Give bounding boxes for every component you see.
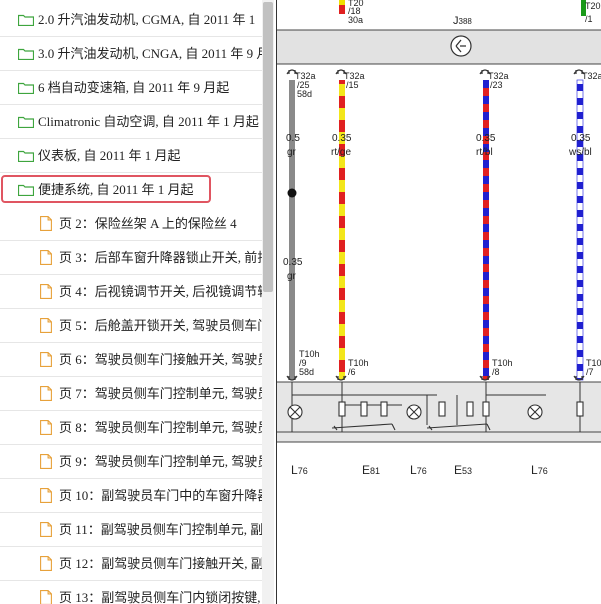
- component-tree: 2.0 升汽油发动机, CGMA, 自 2011 年 1 3.0 升汽油发动机,…: [0, 0, 264, 604]
- page-icon: [40, 386, 52, 401]
- tree-page-label: 页 9：驾驶员侧车门控制单元, 驾驶员侧: [59, 454, 262, 469]
- page-icon: [40, 522, 52, 537]
- tree-page-label: 页 5：后舱盖开锁开关, 驾驶员侧车门: [59, 318, 262, 333]
- tree-page-label: 页 11：副驾驶员侧车门控制单元, 副: [59, 522, 262, 537]
- page-icon: [40, 352, 52, 367]
- component-label: L76: [410, 463, 427, 477]
- folder-icon: [18, 82, 34, 94]
- tree-page[interactable]: 页 5：后舱盖开锁开关, 驾驶员侧车门: [0, 309, 262, 343]
- tree-folder-label: Climatronic 自动空调, 自 2011 年 1 月起: [38, 114, 259, 129]
- wire-size-label: 0.5: [286, 133, 300, 144]
- tree-folder-label: 仪表板, 自 2011 年 1 月起: [38, 148, 181, 163]
- tree-folder-label: 3.0 升汽油发动机, CNGA, 自 2011 年 9 月起: [38, 46, 262, 61]
- folder-icon: [18, 150, 34, 162]
- wire-size-label: 0.35: [283, 257, 303, 268]
- page-icon: [40, 590, 52, 604]
- component-label: E81: [362, 463, 380, 477]
- component-label: J388: [453, 15, 472, 27]
- connector-symbol: [286, 375, 585, 381]
- tree-page[interactable]: 页 7：驾驶员侧车门控制单元, 驾驶员侧: [0, 377, 262, 411]
- tree-page-label: 页 8：驾驶员侧车门控制单元, 驾驶员侧: [59, 420, 262, 435]
- page-icon: [40, 420, 52, 435]
- wire-color-label: ws/bl: [568, 147, 592, 158]
- top-label: 30a: [348, 15, 363, 25]
- page-icon: [40, 318, 52, 333]
- wire-size-label: 0.35: [476, 133, 496, 144]
- connector-label: /7: [586, 367, 594, 377]
- connector-label: /23: [490, 80, 503, 90]
- folder-icon: [18, 116, 34, 128]
- wiring-diagram[interactable]: T20 /18 30a T20 /1 J388 T32a /25 58d T32…: [277, 0, 601, 604]
- tree-folder[interactable]: 3.0 升汽油发动机, CNGA, 自 2011 年 9 月起: [0, 37, 262, 71]
- tree-page-label: 页 4：后视镜调节开关, 后视镜调节转换开关: [59, 284, 262, 299]
- wire-color-label: gr: [287, 271, 297, 282]
- tree-page-label: 页 13：副驾驶员侧车门内锁闭按键, 副: [59, 590, 262, 604]
- component-label: E53: [454, 463, 472, 477]
- connector-label: T32a: [582, 71, 601, 81]
- wire-color-label: rt/ge: [331, 147, 351, 158]
- tree-page[interactable]: 页 9：驾驶员侧车门控制单元, 驾驶员侧: [0, 445, 262, 479]
- tree-page[interactable]: 页 10：副驾驶员车门中的车窗升降器: [0, 479, 262, 513]
- tree-page[interactable]: 页 12：副驾驶员侧车门接触开关, 副: [0, 547, 262, 581]
- page-icon: [40, 250, 52, 265]
- tree-page[interactable]: 页 8：驾驶员侧车门控制单元, 驾驶员侧: [0, 411, 262, 445]
- tree-page-label: 页 7：驾驶员侧车门控制单元, 驾驶员侧: [59, 386, 262, 401]
- folder-icon: [18, 14, 34, 26]
- connector-label: /6: [348, 367, 356, 377]
- page-icon: [40, 454, 52, 469]
- tree-folder[interactable]: 6 档自动变速箱, 自 2011 年 9 月起: [0, 71, 262, 105]
- top-label: /1: [585, 14, 593, 24]
- wire-red-blue: [483, 80, 489, 380]
- page-icon: [40, 284, 52, 299]
- tree-page[interactable]: 页 11：副驾驶员侧车门控制单元, 副: [0, 513, 262, 547]
- junction-dot: [287, 188, 297, 198]
- wire-red-yellow: [339, 80, 345, 380]
- folder-icon: [18, 48, 34, 60]
- tree-page-label: 页 3：后部车窗升降器锁止开关, 前排: [59, 250, 262, 265]
- wire-size-label: 0.35: [571, 133, 591, 144]
- tree-page-label: 页 2：保险丝架 A 上的保险丝 4: [59, 216, 237, 231]
- tree-folder-label: 6 档自动变速箱, 自 2011 年 9 月起: [38, 80, 230, 95]
- selection-highlight: [1, 175, 211, 203]
- connector-label: /8: [492, 367, 500, 377]
- wire-gray: [287, 80, 297, 380]
- connector-label: 58d: [297, 89, 312, 99]
- page-icon: [40, 488, 52, 503]
- wire-color-label: gr: [287, 147, 297, 158]
- tree-folder-label: 2.0 升汽油发动机, CGMA, 自 2011 年 1: [38, 12, 256, 27]
- tree-page-label: 页 10：副驾驶员车门中的车窗升降器: [59, 488, 262, 503]
- tree-page[interactable]: 页 13：副驾驶员侧车门内锁闭按键, 副: [0, 581, 262, 604]
- wire-white-blue: [576, 79, 584, 381]
- connector-symbol: [286, 69, 585, 75]
- top-label: T20: [585, 1, 601, 11]
- tree-page-label: 页 12：副驾驶员侧车门接触开关, 副: [59, 556, 262, 571]
- component-label: L76: [531, 463, 548, 477]
- tree-page[interactable]: 页 4：后视镜调节开关, 后视镜调节转换开关: [0, 275, 262, 309]
- connector-label: 58d: [299, 367, 314, 377]
- sidebar-scrollbar-thumb[interactable]: [263, 2, 273, 292]
- wire-color-label: rt/bl: [476, 147, 493, 158]
- tree-page[interactable]: 页 6：驾驶员侧车门接触开关, 驾驶员侧: [0, 343, 262, 377]
- tree-page[interactable]: 页 3：后部车窗升降器锁止开关, 前排: [0, 241, 262, 275]
- connector-label: /15: [346, 80, 359, 90]
- page-icon: [40, 556, 52, 571]
- page-icon: [40, 216, 52, 231]
- tree-page-label: 页 6：驾驶员侧车门接触开关, 驾驶员侧: [59, 352, 262, 367]
- tree-page[interactable]: 页 2：保险丝架 A 上的保险丝 4: [0, 207, 262, 241]
- component-label: L76: [291, 463, 308, 477]
- wire-size-label: 0.35: [332, 133, 352, 144]
- control-unit-block: [277, 30, 601, 64]
- tree-folder[interactable]: 2.0 升汽油发动机, CGMA, 自 2011 年 1: [0, 3, 262, 37]
- tree-folder[interactable]: Climatronic 自动空调, 自 2011 年 1 月起: [0, 105, 262, 139]
- tree-folder[interactable]: 仪表板, 自 2011 年 1 月起: [0, 139, 262, 173]
